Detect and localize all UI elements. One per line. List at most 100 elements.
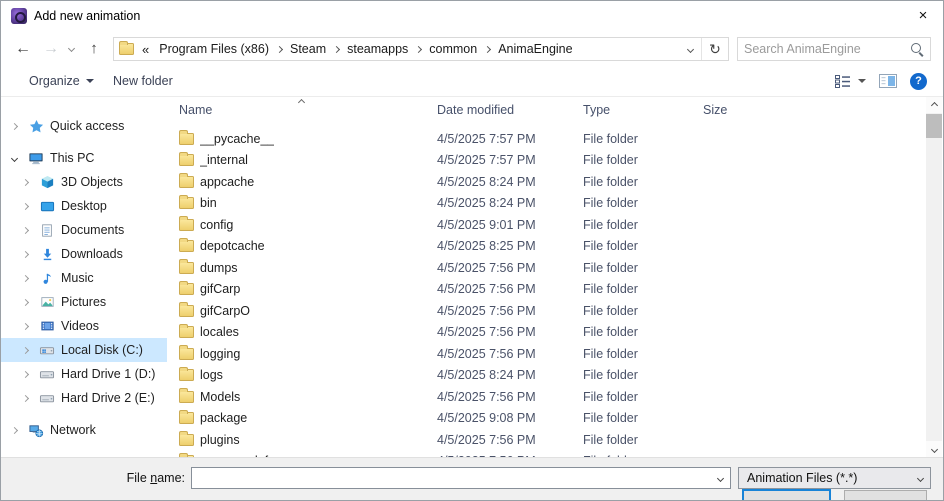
expander-chevron-icon[interactable] (20, 320, 30, 332)
views-caret-icon (858, 79, 866, 83)
sidebar-item-network[interactable]: Network (1, 418, 167, 442)
vertical-scrollbar[interactable] (926, 97, 942, 457)
open-button[interactable] (742, 489, 831, 500)
type-cell: File folder (583, 368, 638, 383)
column-header-size[interactable]: Size (695, 97, 755, 123)
expander-chevron-icon[interactable] (20, 392, 30, 404)
file-row[interactable]: logs 4/5/2025 8:24 PM File folder (167, 365, 926, 387)
expander-chevron-icon[interactable] (20, 272, 30, 284)
up-icon[interactable]: ↑ (81, 31, 107, 66)
sidebar-item-desktop[interactable]: Desktop (1, 194, 167, 218)
sidebar-item-label: Documents (61, 223, 125, 237)
sidebar-item-videos[interactable]: Videos (1, 314, 167, 338)
file-row[interactable]: appcache 4/5/2025 8:24 PM File folder (167, 171, 926, 193)
help-icon[interactable]: ? (910, 72, 927, 90)
expander-chevron-icon[interactable] (20, 200, 30, 212)
folder-icon (179, 216, 194, 231)
date-modified-cell: 4/5/2025 7:56 PM (437, 346, 536, 361)
expander-chevron-icon[interactable] (20, 344, 30, 356)
app-icon (11, 8, 27, 24)
expander-chevron-icon[interactable] (9, 120, 19, 132)
sidebar-item-hard-drive-1-d[interactable]: Hard Drive 1 (D:) (1, 362, 167, 386)
sidebar-item-quick-access[interactable]: Quick access (1, 114, 167, 138)
scrollbar-thumb[interactable] (926, 114, 942, 138)
breadcrumb-separator-icon[interactable] (275, 45, 284, 53)
file-row[interactable]: depotcache 4/5/2025 8:25 PM File folder (167, 236, 926, 258)
file-row[interactable]: gifCarpO 4/5/2025 7:56 PM File folder (167, 300, 926, 322)
sidebar-item-hard-drive-2-e[interactable]: Hard Drive 2 (E:) (1, 386, 167, 410)
folder-icon (179, 323, 194, 339)
breadcrumb-segment-common[interactable]: common (422, 38, 484, 60)
breadcrumb-separator-icon[interactable] (415, 45, 423, 53)
file-name-cell: gifCarpO (179, 302, 429, 318)
file-type-dropdown[interactable]: Animation Files (*.*) (738, 467, 931, 489)
sidebar-item-downloads[interactable]: Downloads (1, 242, 167, 266)
folder-icon (179, 194, 194, 210)
file-row[interactable]: __pycache__ 4/5/2025 7:57 PM File folder (167, 128, 926, 150)
file-row[interactable]: dumps 4/5/2025 7:56 PM File folder (167, 257, 926, 279)
refresh-icon[interactable]: ↻ (701, 38, 728, 60)
organize-button[interactable]: Organize (29, 66, 94, 96)
new-folder-button[interactable]: New folder (113, 66, 173, 96)
sidebar-item-local-disk-c[interactable]: Local Disk (C:) (1, 338, 167, 362)
column-header-type[interactable]: Type (575, 97, 695, 123)
expander-chevron-icon[interactable] (20, 224, 30, 236)
expander-chevron-icon[interactable] (20, 368, 30, 380)
scroll-down-icon[interactable] (926, 441, 942, 457)
file-row[interactable]: Models 4/5/2025 7:56 PM File folder (167, 386, 926, 408)
type-cell: File folder (583, 282, 638, 297)
sidebar-item-documents[interactable]: Documents (1, 218, 167, 242)
cancel-button[interactable] (844, 490, 927, 500)
breadcrumb-separator-icon[interactable] (484, 45, 492, 53)
breadcrumb-segment-steam[interactable]: Steam (283, 38, 333, 60)
date-modified-cell: 4/5/2025 7:56 PM (437, 303, 536, 318)
column-header-name[interactable]: Name (179, 97, 429, 123)
expander-chevron-icon[interactable] (20, 176, 30, 188)
file-row[interactable]: package 4/5/2025 9:08 PM File folder (167, 408, 926, 430)
file-name-text: Models (200, 389, 241, 404)
address-bar[interactable]: « Program Files (x86) Steam steamapps commo… (113, 37, 729, 61)
breadcrumb-overflow[interactable]: « (139, 42, 152, 57)
date-modified-cell: 4/5/2025 8:24 PM (437, 174, 536, 189)
sidebar-item-3d-objects[interactable]: 3D Objects (1, 170, 167, 194)
preview-pane-icon[interactable] (879, 74, 897, 88)
file-row[interactable]: bin 4/5/2025 8:24 PM File folder (167, 193, 926, 215)
file-row[interactable]: _internal 4/5/2025 7:57 PM File folder (167, 150, 926, 172)
close-icon[interactable]: × (906, 1, 940, 31)
breadcrumb-segment-animaengine[interactable]: AnimaEngine (491, 38, 579, 60)
file-row[interactable]: config 4/5/2025 9:01 PM File folder (167, 214, 926, 236)
breadcrumb-segment-program-files-x86[interactable]: Program Files (x86) (152, 38, 276, 60)
file-row[interactable]: gifCarp 4/5/2025 7:56 PM File folder (167, 279, 926, 301)
expander-chevron-icon[interactable] (20, 296, 30, 308)
file-name-input[interactable] (192, 471, 710, 485)
file-name-cell: logging (179, 345, 429, 361)
expander-chevron-icon[interactable] (9, 424, 19, 436)
file-name-cell: _internal (179, 151, 429, 167)
scroll-up-icon[interactable] (926, 97, 942, 113)
breadcrumb-separator-icon[interactable] (333, 45, 341, 53)
file-name-dropdown-chevron-icon[interactable] (710, 474, 730, 482)
file-row[interactable]: plugins 4/5/2025 7:56 PM File folder (167, 429, 926, 451)
breadcrumb-segment-steamapps[interactable]: steamapps (340, 38, 415, 60)
file-row[interactable]: logging 4/5/2025 7:56 PM File folder (167, 343, 926, 365)
change-view-button[interactable] (835, 74, 866, 88)
breadcrumb: Program Files (x86) Steam steamapps common A… (152, 38, 579, 60)
sidebar-item-music[interactable]: Music (1, 266, 167, 290)
sidebar-item-this-pc[interactable]: This PC (1, 146, 167, 170)
search-icon[interactable] (908, 40, 926, 58)
address-dropdown-chevron-icon[interactable] (679, 45, 701, 53)
sidebar-item-label: This PC (50, 151, 95, 165)
folder-icon (179, 345, 194, 360)
back-icon[interactable]: ← (9, 31, 37, 66)
new-folder-label: New folder (113, 74, 173, 88)
file-name-text: depotcache (200, 239, 265, 254)
expander-chevron-icon[interactable] (9, 152, 19, 164)
file-row[interactable]: locales 4/5/2025 7:56 PM File folder (167, 322, 926, 344)
expander-chevron-icon[interactable] (20, 248, 30, 260)
sidebar-item-pictures[interactable]: Pictures (1, 290, 167, 314)
search-input[interactable] (738, 42, 908, 56)
recent-locations-chevron-icon[interactable] (63, 31, 79, 66)
organize-caret-icon (85, 79, 94, 83)
column-header-date-modified[interactable]: Date modified (429, 97, 575, 123)
sidebar-item-label: Hard Drive 1 (D:) (61, 367, 156, 381)
